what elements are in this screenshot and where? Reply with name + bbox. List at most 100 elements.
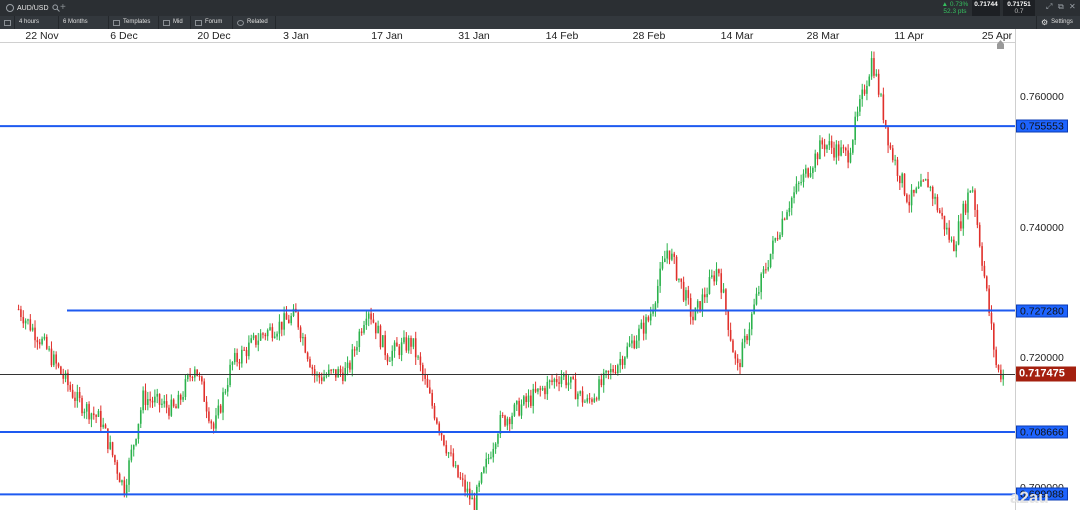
candle-down — [614, 365, 617, 375]
candle-body — [69, 385, 72, 390]
candle-body — [739, 362, 741, 368]
price-type-select[interactable]: Mid — [158, 16, 190, 29]
candle-down — [530, 389, 532, 409]
candle-up — [570, 376, 572, 390]
candle-body — [574, 378, 577, 400]
candle-body — [53, 354, 55, 366]
candle-up — [868, 74, 871, 87]
candle-down — [144, 383, 147, 411]
templates-button[interactable]: Templates — [108, 16, 158, 29]
sell-button[interactable]: 0.71744 — [972, 0, 1000, 16]
close-icon[interactable]: ✕ — [1069, 2, 1076, 11]
candle-down — [95, 414, 97, 424]
candle-body — [901, 173, 903, 184]
level-price-tag[interactable]: 0.727280 — [1016, 304, 1068, 318]
candle-up — [137, 423, 140, 444]
candle-body — [682, 281, 685, 301]
candle-body — [236, 352, 238, 362]
settings-button[interactable]: ⚙ Settings — [1036, 16, 1080, 29]
candle-up — [856, 106, 859, 122]
candle-up — [814, 149, 817, 172]
candle-body — [774, 238, 777, 241]
candle-up — [163, 394, 166, 408]
candle-body — [887, 127, 889, 146]
related-button[interactable]: Related — [232, 16, 276, 29]
search-icon[interactable] — [51, 4, 60, 12]
candle-body — [304, 337, 307, 353]
level-price-tag[interactable]: 0.708666 — [1016, 425, 1068, 439]
date-tick: 14 Mar — [720, 30, 754, 42]
candle-body — [24, 320, 27, 324]
candle-down — [891, 144, 894, 163]
candle-body — [746, 335, 748, 341]
candle-body — [384, 335, 386, 356]
candle-body — [459, 477, 462, 479]
candle-up — [955, 241, 958, 258]
candle-body — [154, 396, 156, 403]
candle-up — [480, 471, 483, 485]
candle-up — [694, 307, 697, 321]
candle-up — [917, 181, 920, 190]
eye-icon — [237, 19, 244, 26]
candle-up — [795, 176, 798, 195]
date-tick: 20 Dec — [197, 30, 231, 42]
candle-down — [682, 276, 685, 303]
candle-body — [325, 375, 328, 377]
candle-up — [389, 356, 391, 362]
candle-down — [74, 391, 76, 408]
candle-body — [424, 374, 426, 379]
candle-body — [400, 342, 403, 356]
candle-body — [546, 381, 549, 395]
candle-down — [551, 374, 553, 386]
scroll-to-end-icon[interactable] — [996, 40, 1006, 50]
expand-icon[interactable]: ⤢ — [1046, 2, 1052, 12]
candle-up — [661, 256, 664, 271]
candle-body — [560, 376, 563, 384]
candle-body — [762, 269, 765, 274]
candle-down — [360, 328, 363, 336]
date-tick: 28 Feb — [632, 30, 666, 42]
candle-body — [478, 482, 480, 487]
candle-body — [866, 85, 868, 94]
popout-icon[interactable]: ⧉ — [1058, 2, 1064, 12]
candle-up — [487, 453, 490, 465]
candle-body — [346, 362, 349, 368]
candle-body — [539, 388, 542, 390]
candle-down — [459, 472, 462, 480]
level-price-tag[interactable]: 0.755553 — [1016, 119, 1068, 133]
candle-up — [363, 320, 365, 335]
candle-down — [313, 365, 316, 383]
buy-button[interactable]: 0.71751 0.7 — [1003, 0, 1035, 16]
candle-body — [250, 338, 253, 343]
candle-body — [720, 273, 723, 293]
candle-body — [513, 404, 516, 416]
forum-button[interactable]: Forum — [190, 16, 232, 29]
candle-body — [863, 89, 866, 94]
candle-down — [729, 322, 732, 342]
layout-button[interactable] — [0, 16, 14, 29]
plus-icon[interactable]: + — [60, 2, 66, 13]
candle-body — [412, 338, 415, 347]
candle-body — [285, 313, 288, 320]
range-select[interactable]: 6 Months — [58, 16, 108, 29]
candle-body — [473, 497, 476, 510]
candle-down — [60, 365, 62, 375]
candle-body — [163, 401, 166, 404]
candle-up — [946, 222, 948, 235]
candle-body — [276, 333, 278, 337]
candle-down — [993, 322, 995, 358]
candle-up — [130, 444, 133, 463]
candle-body — [718, 269, 720, 274]
candlestick-chart[interactable] — [0, 43, 1015, 510]
candle-down — [116, 459, 119, 480]
candle-up — [678, 278, 680, 283]
candle-body — [586, 398, 589, 402]
interval-select[interactable]: 4 hours — [14, 16, 58, 29]
candle-up — [231, 361, 234, 371]
candle-body — [861, 89, 864, 100]
candle-body — [673, 253, 676, 257]
instrument-tab[interactable]: AUD/USD — [2, 2, 64, 14]
candle-up — [400, 337, 403, 362]
candle-body — [664, 258, 666, 263]
candle-body — [694, 307, 697, 321]
